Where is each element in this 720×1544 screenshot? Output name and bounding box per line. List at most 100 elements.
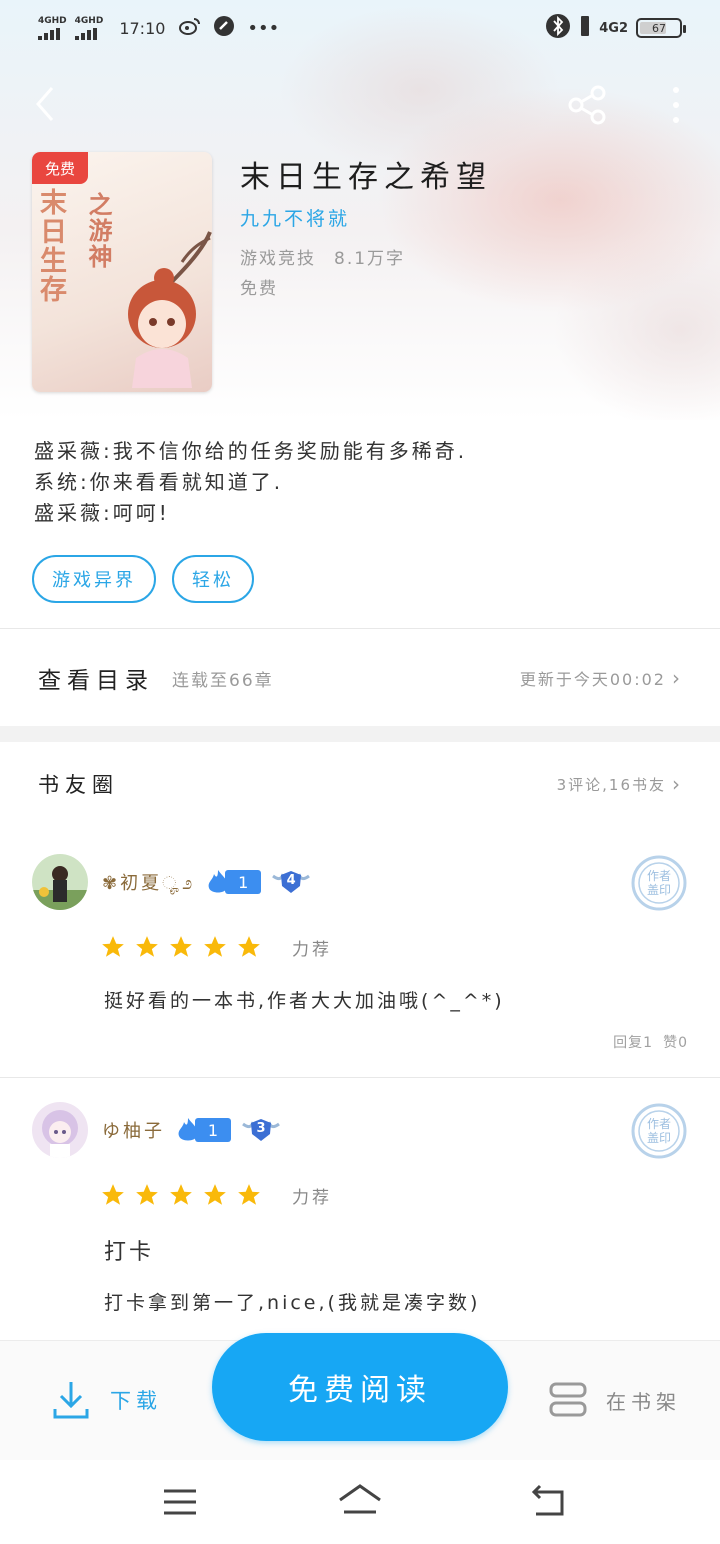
app-notification-icon: [213, 15, 235, 42]
comment-user-row: ゆ柚子 1 3: [102, 1116, 281, 1144]
status-time: 17:10: [119, 18, 166, 38]
rating-stars: 力荐: [100, 1182, 332, 1208]
divider: [0, 628, 720, 629]
synopsis-line: 盛采薇:我不信你给的任务奖励能有多稀奇.: [34, 439, 468, 463]
download-label: 下载: [110, 1389, 162, 1413]
comment-title: 打卡: [104, 1240, 155, 1265]
star-icon: [238, 1184, 260, 1205]
book-price: 免费: [240, 279, 278, 299]
more-options-icon[interactable]: [664, 84, 688, 126]
catalog-update: 更新于今天00:02 ›: [520, 666, 682, 690]
book-circle-stats-text: 3评论,16书友: [556, 775, 666, 794]
synopsis-line: 盛采薇:呵呵!: [34, 501, 170, 525]
comment-item[interactable]: ゆ柚子 1 3 作者盖印 力荐 打卡 打卡拿到第一了,nice,(我就是凑字数): [0, 1088, 720, 1340]
star-icon: [136, 936, 158, 957]
fan-level-number: 1: [225, 870, 262, 894]
home-icon[interactable]: [336, 1482, 384, 1526]
bluetooth-icon: [545, 13, 571, 43]
system-navigation-bar: [0, 1460, 720, 1544]
star-icon: [238, 936, 260, 957]
signal-bars-icon: [74, 27, 97, 40]
signal-2-label: 4GHD: [74, 15, 104, 26]
more-notifications-icon: •••: [247, 17, 280, 39]
star-icon: [204, 1184, 226, 1205]
download-button[interactable]: 下载: [52, 1379, 162, 1421]
fan-level-badge: 1: [205, 868, 262, 896]
author-stamp-icon: 作者盖印: [630, 854, 688, 912]
book-cover[interactable]: 免费 末日生存 之游神: [32, 152, 212, 392]
catalog-row[interactable]: 查看目录 连载至66章 更新于今天00:02 ›: [0, 630, 720, 726]
reply-count[interactable]: 回复1: [613, 1032, 653, 1052]
signal-1-label: 4GHD: [38, 15, 67, 26]
book-circle-stats: 3评论,16书友 ›: [557, 772, 682, 796]
chevron-right-icon: ›: [672, 666, 682, 690]
book-category: 游戏竞技: [240, 249, 316, 269]
download-icon: [53, 1382, 89, 1419]
avatar[interactable]: [32, 1102, 88, 1158]
back-nav-icon[interactable]: [528, 1482, 570, 1526]
cover-title-vertical: 末日生存: [35, 188, 66, 304]
star-icon: [102, 1184, 124, 1205]
tag-game-otherworld[interactable]: 游戏异界: [32, 555, 156, 603]
divider: [0, 1077, 720, 1078]
fan-level-number: 1: [195, 1118, 231, 1142]
comment-text: 挺好看的一本书,作者大大加油哦(^_^*): [104, 990, 505, 1012]
rank-shield-badge: 3: [241, 1116, 281, 1144]
signal-bars-icon: [38, 27, 60, 40]
weibo-icon: [179, 17, 201, 40]
star-icon: [204, 936, 226, 957]
rating-stars: 力荐: [100, 934, 332, 960]
battery-icon: 67: [636, 18, 686, 38]
rank-number: 3: [256, 1121, 266, 1136]
catalog-update-text: 更新于今天00:02: [519, 670, 666, 689]
on-shelf-label: 在书架: [606, 1389, 681, 1414]
comment-username[interactable]: ゆ柚子: [102, 1117, 165, 1143]
star-icon: [170, 936, 192, 957]
share-icon[interactable]: [566, 84, 610, 126]
book-meta: 游戏竞技 8.1万字: [240, 244, 405, 269]
comment-meta: 回复1 赞0: [613, 1032, 688, 1052]
book-word-count: 8.1万字: [334, 249, 406, 269]
vibrate-icon: [579, 14, 591, 42]
on-shelf-button[interactable]: 在书架: [548, 1381, 681, 1419]
battery-level: 67: [652, 21, 666, 35]
synopsis-line: 系统:你来看看就知道了.: [34, 470, 284, 494]
book-title: 末日生存之希望: [240, 160, 492, 195]
rating-label: 力荐: [292, 1187, 332, 1208]
status-bar: 4GHD 4GHD 17:10 ••• 4G2 67: [0, 0, 720, 56]
cover-subtitle-vertical: 之游神: [84, 192, 112, 270]
bottom-action-bar: 下载 免费阅读 在书架: [0, 1333, 720, 1460]
cover-free-badge: 免费: [32, 152, 88, 184]
author-stamp-icon: 作者盖印: [630, 1102, 688, 1160]
book-author[interactable]: 九九不将就: [240, 204, 350, 231]
book-synopsis[interactable]: 盛采薇:我不信你给的任务奖励能有多稀奇. 系统:你来看看就知道了. 盛采薇:呵呵…: [34, 436, 694, 529]
star-icon: [170, 1184, 192, 1205]
tag-list: 游戏异界 轻松: [32, 555, 254, 603]
menu-icon[interactable]: [160, 1482, 200, 1526]
network-label: 4G2: [599, 20, 628, 36]
book-circle-header[interactable]: 书友圈 3评论,16书友 ›: [0, 742, 720, 826]
star-icon: [136, 1184, 158, 1205]
back-icon[interactable]: [28, 82, 68, 126]
author-stamp-label: 作者盖印: [646, 1117, 671, 1145]
author-stamp-label: 作者盖印: [646, 869, 671, 897]
rank-number: 4: [286, 873, 296, 888]
signal-2: 4GHD: [74, 15, 104, 40]
like-count[interactable]: 赞0: [663, 1032, 688, 1052]
bookshelf-icon: [549, 1382, 587, 1417]
catalog-status: 连载至66章: [172, 670, 274, 691]
section-separator: [0, 726, 720, 742]
signal-1: 4GHD: [38, 15, 67, 40]
comment-item[interactable]: ✾初夏ೄ೨ 1 4 作者盖印 力荐 挺好看的一本书,作者大大加油哦(^_^*) …: [0, 840, 720, 1076]
comment-user-row: ✾初夏ೄ೨ 1 4: [102, 868, 311, 896]
book-circle-title: 书友圈: [38, 773, 119, 797]
chevron-right-icon: ›: [672, 772, 682, 796]
free-read-button[interactable]: 免费阅读: [212, 1333, 508, 1441]
avatar[interactable]: [32, 854, 88, 910]
catalog-title: 查看目录: [38, 668, 154, 694]
rating-label: 力荐: [292, 939, 332, 960]
tag-relaxed[interactable]: 轻松: [172, 555, 254, 603]
comment-username[interactable]: ✾初夏ೄ೨: [102, 869, 195, 895]
star-icon: [102, 936, 124, 957]
comment-text: 打卡拿到第一了,nice,(我就是凑字数): [104, 1292, 481, 1314]
